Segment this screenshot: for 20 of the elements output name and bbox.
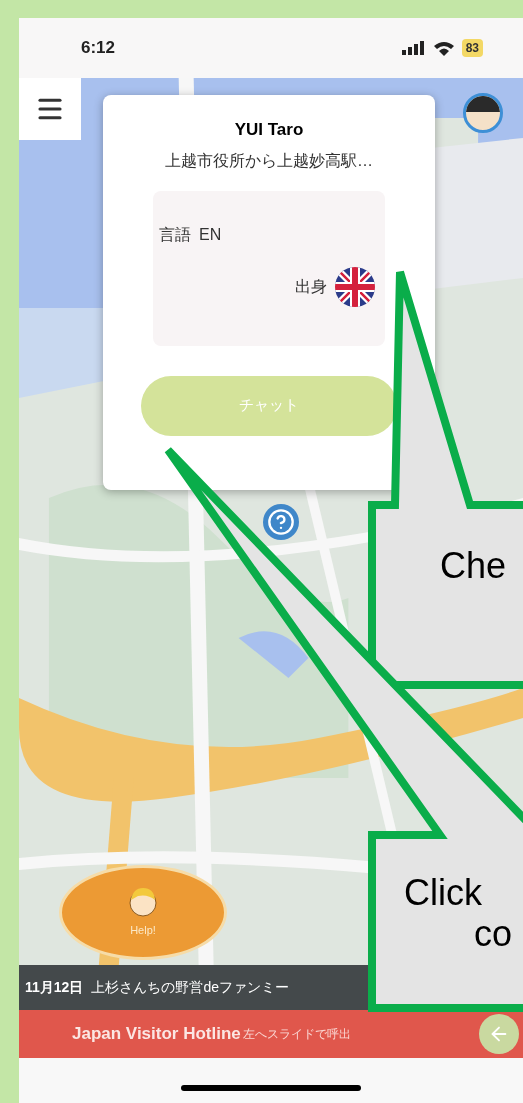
face-icon (128, 886, 158, 919)
hotline-bar[interactable]: Japan Visitor Hotline 左へスライドで呼出 (19, 1010, 523, 1058)
flag-icon (335, 266, 375, 307)
battery-level: 83 (461, 39, 483, 57)
status-time: 6:12 (81, 37, 116, 60)
language-label: 言語 (159, 224, 191, 245)
language-value: EN (199, 224, 222, 245)
callout-text: Che (440, 545, 507, 587)
origin-label: 出身 (295, 276, 327, 297)
route-text: 上越市役所から上越妙高駅… (165, 150, 373, 171)
news-date: 11月12日 (25, 978, 84, 997)
callout-text: Click (404, 872, 483, 914)
wifi-icon (433, 40, 454, 56)
user-name: YUI Taro (234, 119, 304, 141)
menu-button[interactable] (19, 78, 81, 140)
signal-icon (401, 41, 426, 55)
hotline-title: Japan Visitor Hotline (72, 1023, 241, 1046)
news-headline: 上杉さんちの野営deファンミー (91, 978, 289, 997)
callout-text: co (473, 913, 513, 955)
hotline-hint: 左へスライドで呼出 (242, 1026, 351, 1043)
